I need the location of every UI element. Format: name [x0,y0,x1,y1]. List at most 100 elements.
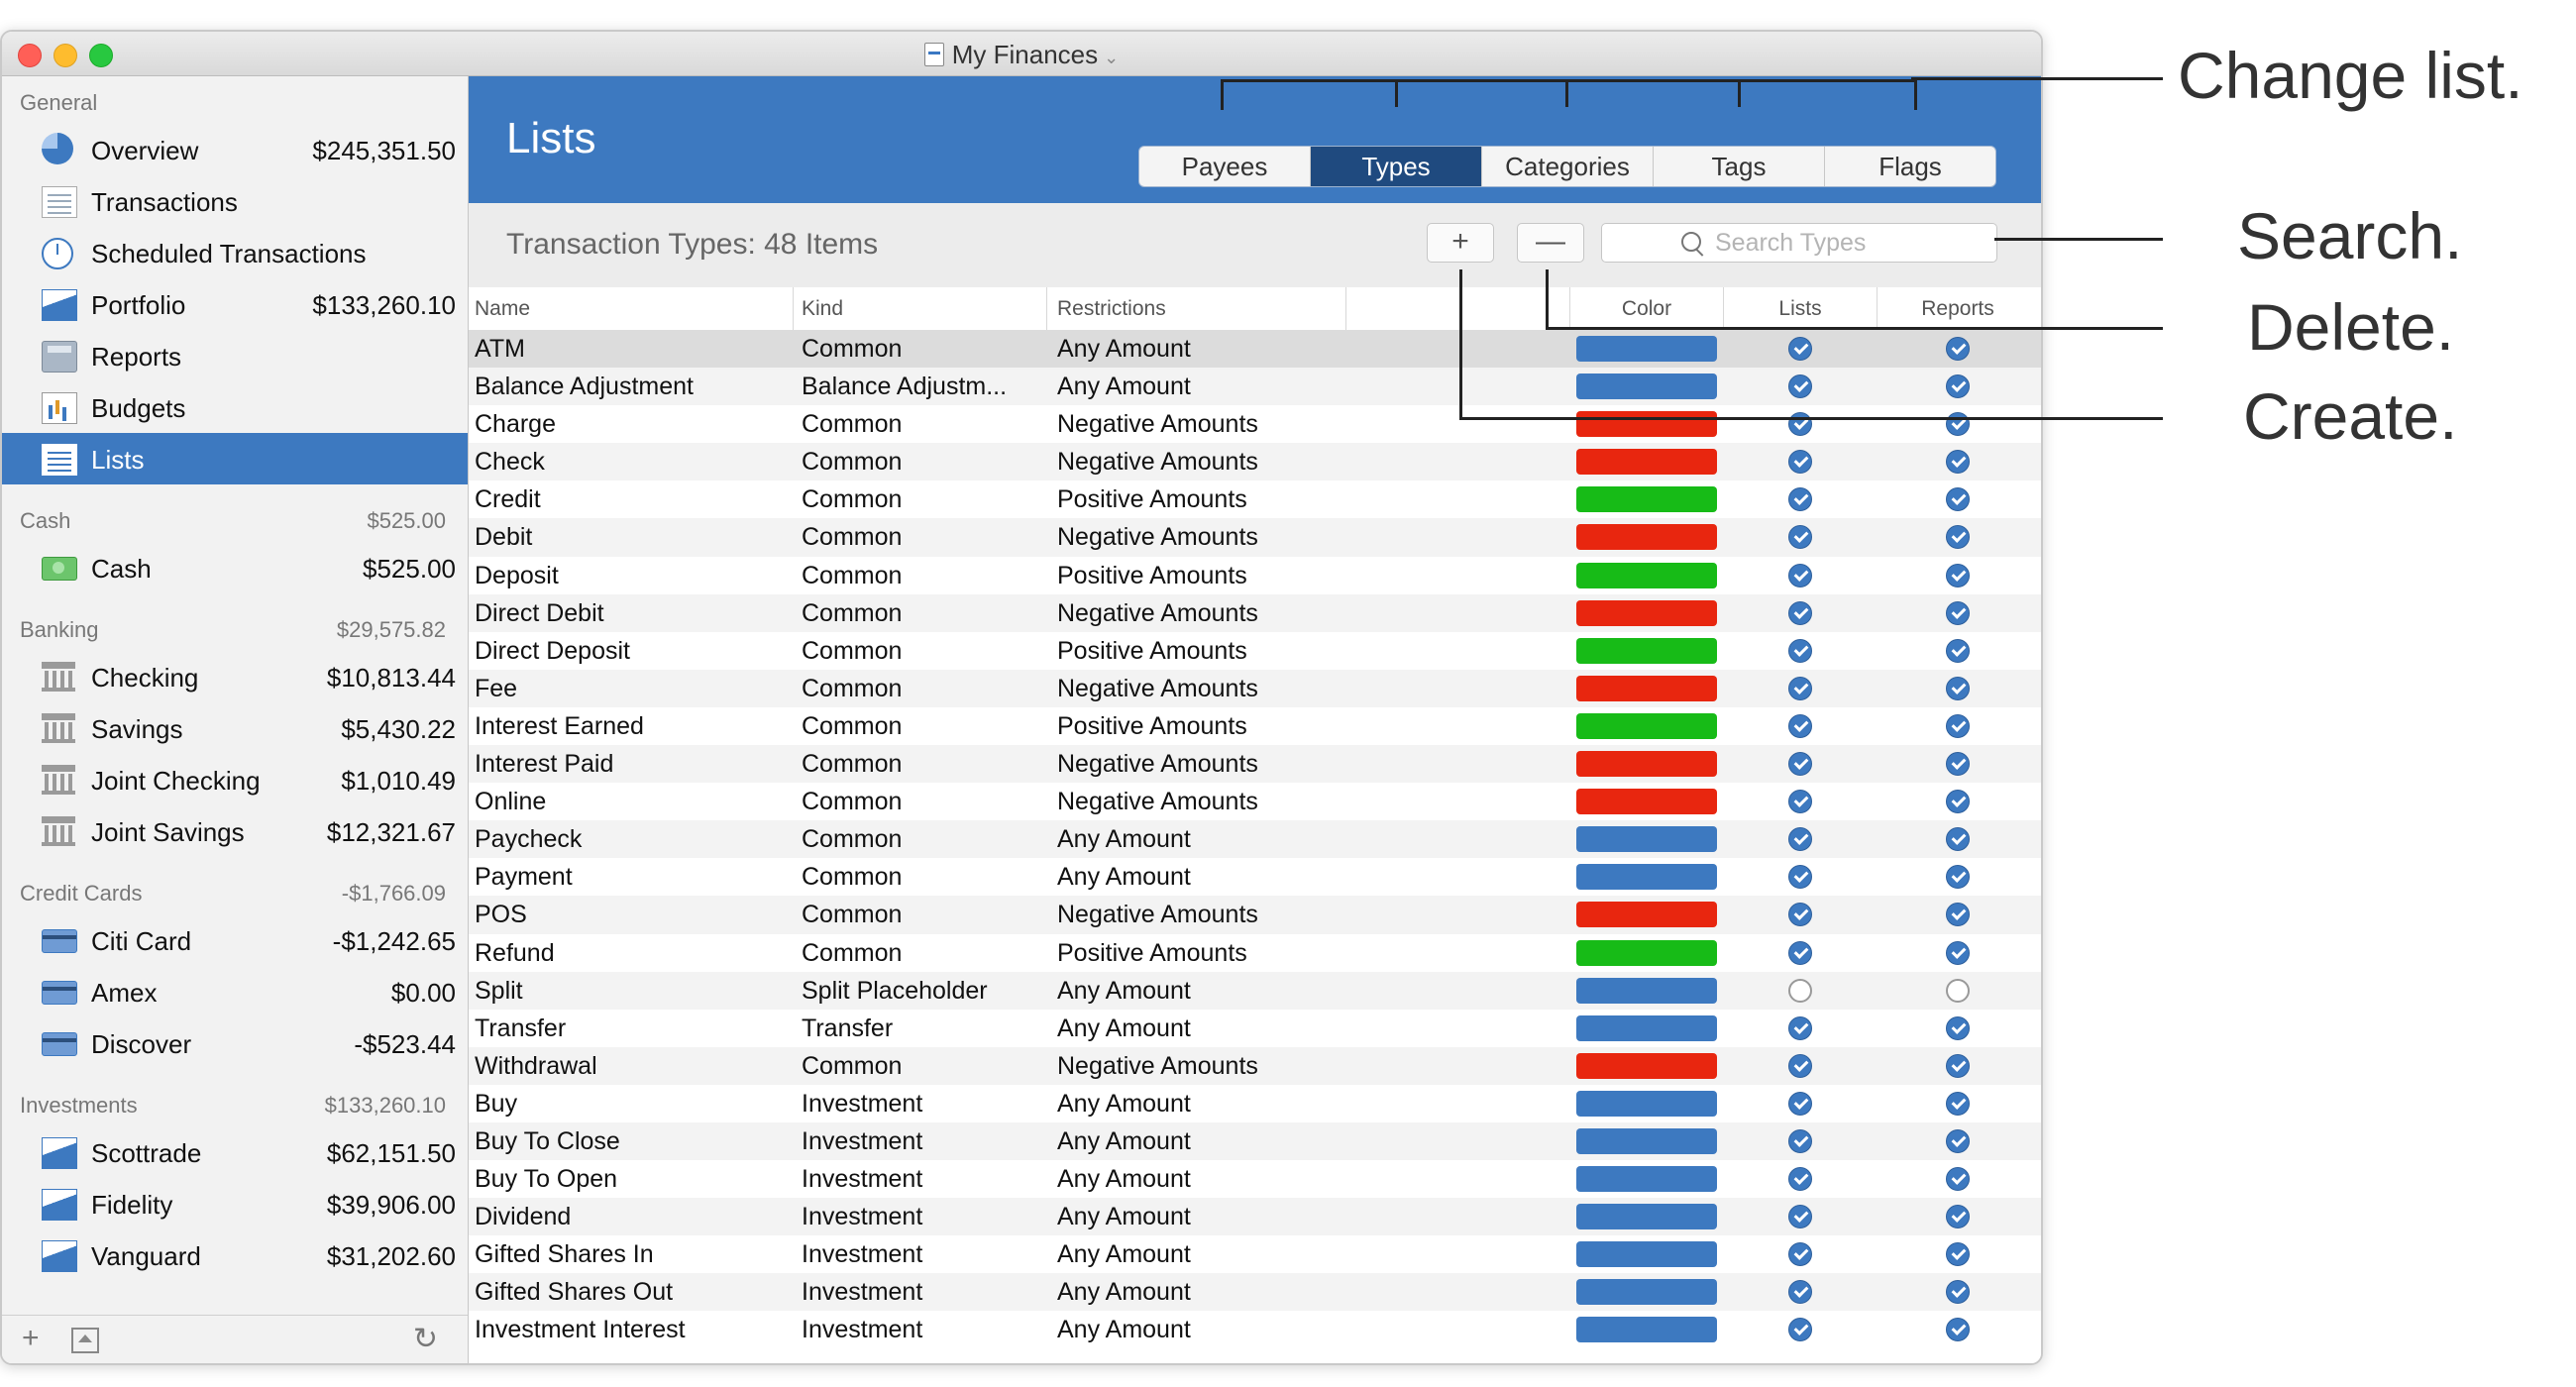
reports-checkbox[interactable] [1946,1242,1970,1267]
tab-tags[interactable]: Tags [1654,147,1825,186]
reports-checkbox[interactable] [1946,1015,1970,1040]
sidebar-item-citi-card[interactable]: Citi Card -$1,242.65 [2,914,468,966]
color-swatch[interactable] [1576,524,1717,551]
sidebar-item-joint-checking[interactable]: Joint Checking $1,010.49 [2,754,468,805]
sidebar-section-banking[interactable]: Banking $29,575.82 [2,603,468,651]
table-row[interactable]: Direct Deposit Common Positive Amounts [469,632,2041,670]
table-row[interactable]: Dividend Investment Any Amount [469,1198,2041,1236]
color-swatch[interactable] [1576,1014,1717,1041]
sidebar-item-budgets[interactable]: Budgets [2,381,468,433]
sidebar-item-amex[interactable]: Amex $0.00 [2,966,468,1017]
color-swatch[interactable] [1576,864,1717,891]
lists-checkbox[interactable] [1788,903,1812,927]
lists-checkbox[interactable] [1788,1015,1812,1040]
table-row[interactable]: Charge Common Negative Amounts [469,405,2041,443]
reports-checkbox[interactable] [1946,790,1970,814]
color-swatch[interactable] [1576,1090,1717,1117]
lists-checkbox[interactable] [1788,676,1812,700]
reports-checkbox[interactable] [1946,1318,1970,1342]
lists-checkbox[interactable] [1788,1053,1812,1078]
reports-checkbox[interactable] [1946,337,1970,361]
color-swatch[interactable] [1576,373,1717,400]
reports-checkbox[interactable] [1946,412,1970,437]
sidebar-item-cash[interactable]: Cash $525.00 [2,542,468,593]
lists-checkbox[interactable] [1788,412,1812,437]
lists-checkbox[interactable] [1788,1242,1812,1267]
color-swatch[interactable] [1576,637,1717,664]
column-header-restrictions[interactable]: Restrictions [1047,287,1346,330]
color-swatch[interactable] [1576,1279,1717,1306]
sidebar-item-reports[interactable]: Reports [2,330,468,381]
window-title[interactable]: My Finances ⌄ [2,40,2041,70]
lists-checkbox[interactable] [1788,1091,1812,1116]
color-swatch[interactable] [1576,562,1717,588]
color-swatch[interactable] [1576,599,1717,626]
table-row[interactable]: Credit Common Positive Amounts [469,480,2041,518]
lists-checkbox[interactable] [1788,713,1812,738]
lists-checkbox[interactable] [1788,450,1812,475]
table-row[interactable]: Interest Paid Common Negative Amounts [469,745,2041,784]
lists-checkbox[interactable] [1788,790,1812,814]
reports-checkbox[interactable] [1946,940,1970,965]
table-row[interactable]: POS Common Negative Amounts [469,896,2041,934]
table-row[interactable]: Split Split Placeholder Any Amount [469,971,2041,1010]
sidebar-section-investments[interactable]: Investments $133,260.10 [2,1079,468,1126]
sidebar-item-overview[interactable]: Overview $245,351.50 [2,124,468,175]
lists-checkbox[interactable] [1788,1167,1812,1192]
table-row[interactable]: Interest Earned Common Positive Amounts [469,707,2041,745]
lists-checkbox[interactable] [1788,1128,1812,1153]
sidebar-item-lists[interactable]: Lists [2,433,468,484]
lists-checkbox[interactable] [1788,1280,1812,1305]
lists-checkbox[interactable] [1788,337,1812,361]
table-row[interactable]: Buy Investment Any Amount [469,1085,2041,1122]
color-swatch[interactable] [1576,449,1717,476]
tab-categories[interactable]: Categories [1482,147,1654,186]
lists-checkbox[interactable] [1788,827,1812,852]
collapse-sidebar-icon[interactable] [71,1328,99,1353]
reports-checkbox[interactable] [1946,978,1970,1003]
table-row[interactable]: Investment Interest Investment Any Amount [469,1311,2041,1348]
reports-checkbox[interactable] [1946,1167,1970,1192]
column-header-color[interactable]: Color [1569,287,1724,330]
reports-checkbox[interactable] [1946,563,1970,587]
sidebar-item-savings[interactable]: Savings $5,430.22 [2,702,468,754]
table-row[interactable]: Payment Common Any Amount [469,858,2041,896]
reports-checkbox[interactable] [1946,1091,1970,1116]
table-row[interactable]: Check Common Negative Amounts [469,443,2041,481]
refresh-button[interactable]: ↻ [413,1322,438,1356]
lists-checkbox[interactable] [1788,865,1812,890]
table-row[interactable]: Paycheck Common Any Amount [469,820,2041,859]
table-row[interactable]: Online Common Negative Amounts [469,783,2041,820]
color-swatch[interactable] [1576,1127,1717,1154]
reports-checkbox[interactable] [1946,600,1970,625]
lists-checkbox[interactable] [1788,752,1812,777]
lists-checkbox[interactable] [1788,525,1812,550]
sidebar-item-scheduled-transactions[interactable]: Scheduled Transactions [2,227,468,278]
table-row[interactable]: Buy To Open Investment Any Amount [469,1160,2041,1198]
reports-checkbox[interactable] [1946,374,1970,399]
reports-checkbox[interactable] [1946,713,1970,738]
reports-checkbox[interactable] [1946,1280,1970,1305]
table-row[interactable]: Withdrawal Common Negative Amounts [469,1046,2041,1085]
sidebar-item-portfolio[interactable]: Portfolio $133,260.10 [2,278,468,330]
sidebar-item-checking[interactable]: Checking $10,813.44 [2,651,468,702]
reports-checkbox[interactable] [1946,752,1970,777]
reports-checkbox[interactable] [1946,865,1970,890]
sidebar-item-vanguard[interactable]: Vanguard $31,202.60 [2,1229,468,1281]
color-swatch[interactable] [1576,675,1717,701]
color-swatch[interactable] [1576,1204,1717,1230]
table-row[interactable]: Transfer Transfer Any Amount [469,1010,2041,1047]
reports-checkbox[interactable] [1946,1053,1970,1078]
table-row[interactable]: Debit Common Negative Amounts [469,518,2041,557]
lists-checkbox[interactable] [1788,940,1812,965]
color-swatch[interactable] [1576,939,1717,966]
color-swatch[interactable] [1576,826,1717,853]
color-swatch[interactable] [1576,977,1717,1004]
column-header-name[interactable]: Name [469,287,794,330]
reports-checkbox[interactable] [1946,676,1970,700]
sidebar-item-transactions[interactable]: Transactions [2,175,468,227]
delete-type-button[interactable]: — [1517,223,1584,263]
sidebar-item-scottrade[interactable]: Scottrade $62,151.50 [2,1126,468,1178]
lists-checkbox[interactable] [1788,374,1812,399]
tab-types[interactable]: Types [1311,147,1482,186]
